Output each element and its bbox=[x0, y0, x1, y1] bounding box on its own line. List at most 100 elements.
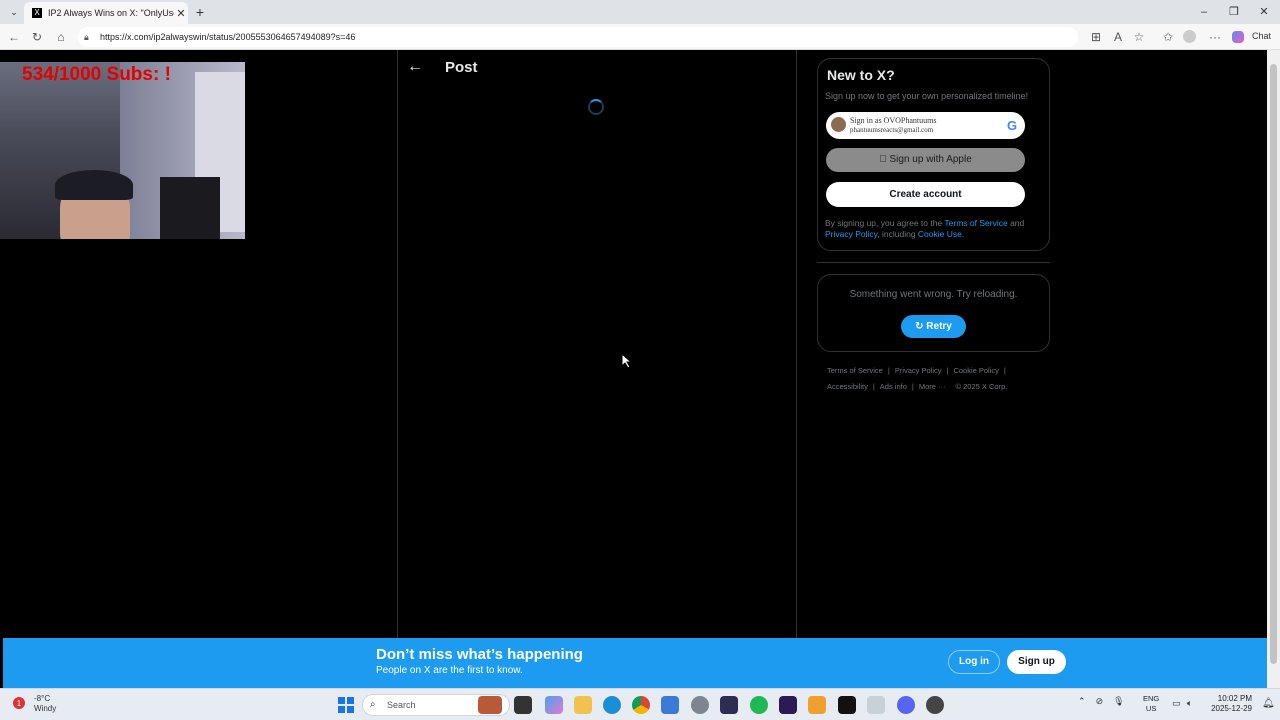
favorites-icon[interactable]: ✩ bbox=[1160, 29, 1176, 45]
google-account-email: phantuumsreacts@gmail.com bbox=[850, 126, 934, 134]
address-bar[interactable]: 🔒︎ https://x.com/ip2alwayswin/status/200… bbox=[78, 27, 1078, 47]
app-icon[interactable] bbox=[926, 696, 944, 714]
maximize-icon[interactable]: ❐ bbox=[1224, 4, 1244, 20]
browser-tab[interactable]: X IP2 Always Wins on X: "OnlyUseM ✕ bbox=[24, 2, 188, 24]
keyboard-region: US bbox=[1145, 704, 1157, 713]
search-icon: ⌕ bbox=[370, 699, 376, 710]
date: 2025-12-29 bbox=[1211, 704, 1252, 713]
webcam-overlay bbox=[0, 62, 245, 239]
task-view-icon[interactable] bbox=[514, 696, 532, 714]
language-indicator[interactable]: ENG US bbox=[1143, 694, 1159, 714]
windows-start-icon[interactable] bbox=[338, 697, 354, 713]
footer-links: Accessibility | Ads info | More ··· © 2025 X … bbox=[827, 382, 1008, 391]
favorite-star-icon[interactable]: ☆ bbox=[1131, 29, 1147, 45]
search-highlight-icon[interactable] bbox=[478, 696, 502, 714]
apple-signup-label: Sign up with Apple bbox=[884, 154, 972, 165]
minimize-icon[interactable]: – bbox=[1194, 4, 1214, 20]
edge-browser-icon[interactable] bbox=[603, 696, 621, 714]
legal-text: By signing up, you agree to the Terms of… bbox=[825, 218, 1040, 240]
legal-prefix: By signing up, you agree to the bbox=[825, 218, 945, 228]
settings-icon[interactable] bbox=[691, 696, 709, 714]
footer-ads-link[interactable]: Ads info bbox=[880, 382, 907, 391]
banner-subtitle: People on X are the first to know. bbox=[376, 665, 523, 676]
snipping-tool-icon[interactable] bbox=[867, 696, 885, 714]
clock[interactable]: 10:02 PM 2025-12-29 bbox=[1208, 694, 1252, 714]
refresh-icon: ↻ bbox=[915, 321, 924, 332]
app-icon[interactable] bbox=[808, 696, 826, 714]
profile-avatar[interactable] bbox=[1183, 30, 1196, 43]
tab-list-icon[interactable]: ⌄ bbox=[6, 4, 22, 20]
signup-subtitle: Sign up now to get your own personalized… bbox=[825, 91, 1029, 101]
temperature: -8°C bbox=[34, 694, 51, 703]
premiere-pro-icon[interactable] bbox=[779, 696, 797, 714]
language-code: ENG bbox=[1143, 694, 1160, 703]
retry-button[interactable]: ↻ Retry bbox=[901, 315, 966, 338]
loading-spinner bbox=[588, 99, 604, 115]
signup-button[interactable]: Sign up bbox=[1007, 650, 1066, 674]
legal-including: , including bbox=[877, 229, 918, 239]
weather-condition: Windy bbox=[34, 704, 57, 713]
close-tab-icon[interactable]: ✕ bbox=[174, 7, 188, 20]
copilot-icon[interactable] bbox=[1232, 31, 1244, 43]
page-title: Post bbox=[445, 59, 478, 76]
column-divider bbox=[397, 50, 398, 638]
terms-link[interactable]: Terms of Service bbox=[944, 218, 1007, 228]
notepad-icon[interactable] bbox=[661, 696, 679, 714]
page-scrollbar[interactable] bbox=[1267, 50, 1280, 688]
signup-banner bbox=[3, 638, 1267, 688]
create-account-button[interactable]: Create account bbox=[826, 182, 1025, 207]
apple-logo-icon:  bbox=[879, 154, 887, 165]
google-signin-button[interactable]: Sign in as OVOPhantuums phantuumsreacts@… bbox=[826, 112, 1025, 139]
footer-cookie-link[interactable]: Cookie Policy bbox=[953, 366, 998, 375]
footer-privacy-link[interactable]: Privacy Policy bbox=[895, 366, 942, 375]
column-divider bbox=[796, 50, 797, 638]
footer-terms-link[interactable]: Terms of Service bbox=[827, 366, 883, 375]
time: 10:02 PM bbox=[1217, 694, 1252, 703]
legal-and: and bbox=[1007, 218, 1025, 228]
microphone-icon[interactable]: 🎙︎ bbox=[1113, 696, 1124, 706]
spotify-icon[interactable] bbox=[750, 696, 768, 714]
menu-icon[interactable]: ··· bbox=[1207, 29, 1223, 45]
display-icon[interactable]: ▭ bbox=[1172, 698, 1181, 709]
apps-icon[interactable]: ⊞ bbox=[1088, 29, 1104, 45]
avatar bbox=[831, 117, 846, 132]
apple-signup-button[interactable]:  Sign up with Apple bbox=[826, 148, 1025, 172]
browser-toolbar: ← ↻ ⌂ 🔒︎ https://x.com/ip2alwayswin/stat… bbox=[0, 24, 1280, 50]
google-account-name: Sign in as OVOPhantuums bbox=[850, 116, 937, 125]
volume-icon[interactable]: 🔈︎ bbox=[1187, 698, 1192, 709]
cookie-use-link[interactable]: Cookie Use. bbox=[918, 229, 964, 239]
notification-bell-icon[interactable]: 🔔︎ bbox=[1262, 698, 1275, 709]
obs-icon[interactable] bbox=[720, 696, 738, 714]
refresh-icon[interactable]: ↻ bbox=[29, 29, 45, 45]
back-arrow-icon[interactable]: ← bbox=[407, 58, 423, 76]
retry-label: Retry bbox=[926, 321, 952, 332]
file-explorer-icon[interactable] bbox=[574, 696, 592, 714]
close-window-icon[interactable]: ✕ bbox=[1254, 4, 1274, 20]
google-logo-icon: G bbox=[1007, 118, 1018, 133]
chat-button[interactable]: Chat bbox=[1252, 31, 1271, 41]
home-icon[interactable]: ⌂ bbox=[53, 29, 69, 45]
back-icon[interactable]: ← bbox=[6, 29, 22, 45]
copilot-taskbar-icon[interactable] bbox=[545, 696, 563, 714]
footer-accessibility-link[interactable]: Accessibility bbox=[827, 382, 868, 391]
divider bbox=[817, 262, 1050, 263]
url-text: https://x.com/ip2alwayswin/status/200555… bbox=[100, 32, 356, 42]
network-icon[interactable]: ⊘ bbox=[1096, 696, 1104, 706]
error-message: Something went wrong. Try reloading. bbox=[849, 289, 1018, 300]
svg-text:1: 1 bbox=[17, 699, 22, 708]
login-button[interactable]: Log in bbox=[948, 650, 1000, 674]
footer-more-link[interactable]: More ··· bbox=[919, 382, 946, 391]
scrollbar-thumb[interactable] bbox=[1270, 64, 1277, 664]
tiktok-icon[interactable] bbox=[838, 696, 856, 714]
chrome-icon[interactable] bbox=[632, 696, 650, 714]
chevron-up-icon[interactable]: ⌃ bbox=[1078, 696, 1086, 706]
x-logo-icon: X bbox=[32, 8, 42, 18]
privacy-link[interactable]: Privacy Policy bbox=[825, 229, 877, 239]
site-info-icon[interactable]: 🔒︎ bbox=[84, 27, 89, 47]
search-placeholder: Search bbox=[387, 700, 416, 710]
discord-icon[interactable] bbox=[897, 696, 915, 714]
system-tray[interactable]: ⌃ ⊘ 🎙︎ bbox=[1078, 696, 1125, 707]
read-aloud-icon[interactable]: A bbox=[1110, 29, 1126, 45]
mouse-cursor-icon bbox=[621, 353, 633, 369]
new-tab-icon[interactable]: + bbox=[192, 4, 208, 20]
